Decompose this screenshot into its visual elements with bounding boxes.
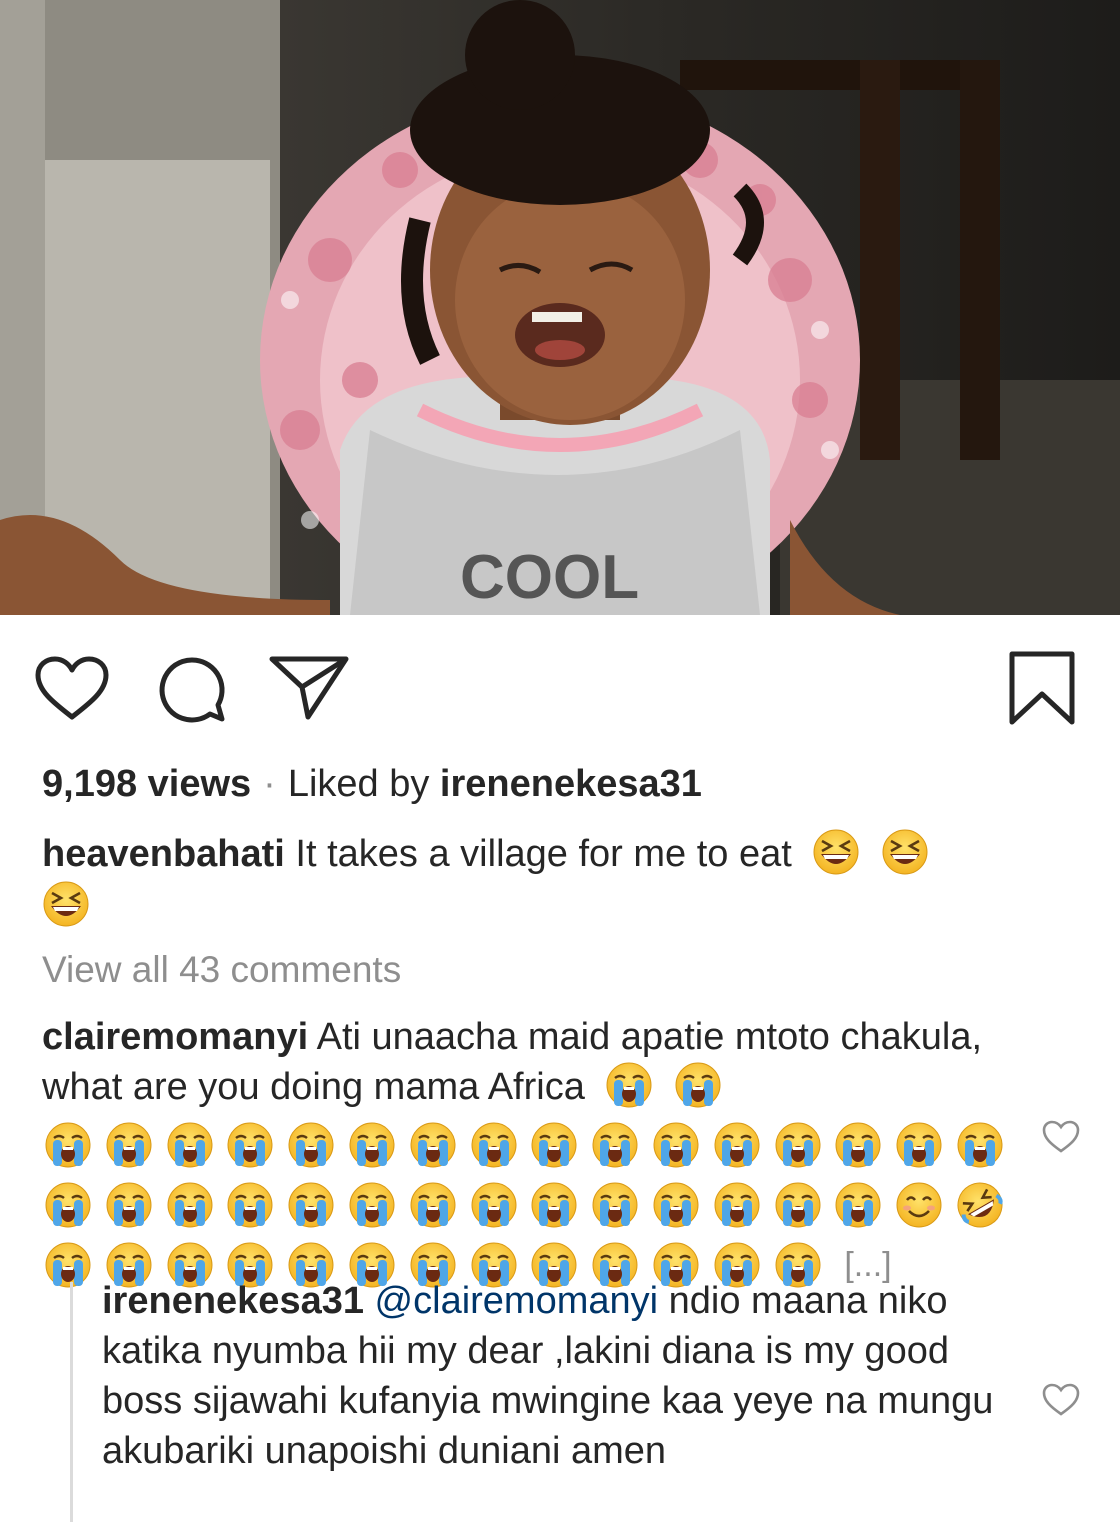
loudly-crying-face-icon (605, 1061, 653, 1109)
save-button[interactable] (1006, 650, 1078, 726)
emoji-row (44, 1175, 1004, 1235)
loudly-crying-face-icon (774, 1121, 822, 1169)
loudly-crying-face-icon (409, 1121, 457, 1169)
engagement-summary: 9,198 views · Liked by irenenekesa31 (42, 758, 702, 810)
rolling-on-floor-laughing-icon (956, 1181, 1004, 1229)
loudly-crying-face-icon (674, 1061, 722, 1109)
loudly-crying-face-icon (530, 1121, 578, 1169)
separator-dot: · (263, 763, 276, 805)
like-comment-button[interactable] (1041, 1119, 1081, 1160)
reply-mention[interactable]: @clairemomanyi (375, 1280, 659, 1322)
action-bar (0, 640, 1120, 735)
smiling-face-icon (895, 1181, 943, 1229)
loudly-crying-face-icon (166, 1181, 214, 1229)
loudly-crying-face-icon (470, 1181, 518, 1229)
loudly-crying-face-icon (287, 1181, 335, 1229)
like-button[interactable] (34, 655, 110, 723)
caption-username[interactable]: heavenbahati (42, 833, 285, 875)
loudly-crying-face-icon (956, 1121, 1004, 1169)
loudly-crying-face-icon (713, 1121, 761, 1169)
paper-plane-icon (269, 656, 349, 720)
loudly-crying-face-icon (774, 1181, 822, 1229)
bookmark-icon (1009, 651, 1075, 725)
shirt-text: COOL (460, 543, 639, 612)
loudly-crying-face-icon (470, 1121, 518, 1169)
loudly-crying-face-icon (287, 1121, 335, 1169)
loudly-crying-face-icon (834, 1181, 882, 1229)
heart-outline-icon (35, 656, 109, 720)
loudly-crying-face-icon (166, 1121, 214, 1169)
loudly-crying-face-icon (348, 1121, 396, 1169)
liked-by-label: Liked by (287, 763, 440, 805)
loudly-crying-face-icon (44, 1121, 92, 1169)
loudly-crying-face-icon (591, 1181, 639, 1229)
photo-illustration: COOL (0, 0, 1120, 615)
liked-by-username[interactable]: irenenekesa31 (440, 763, 702, 805)
grinning-squinting-face-icon (812, 828, 860, 876)
loudly-crying-face-icon (713, 1181, 761, 1229)
loudly-crying-face-icon (226, 1181, 274, 1229)
comment-button[interactable] (156, 655, 228, 727)
loudly-crying-face-icon (591, 1121, 639, 1169)
heart-outline-icon (1042, 1120, 1080, 1153)
loudly-crying-face-icon (895, 1121, 943, 1169)
loudly-crying-face-icon (409, 1181, 457, 1229)
caption-text: It takes a village for me to eat (284, 833, 792, 875)
heart-outline-icon (1042, 1383, 1080, 1416)
post-caption: heavenbahati It takes a village for me t… (42, 828, 1052, 932)
comment-item: clairemomanyi Ati unaacha maid apatie mt… (42, 1013, 1002, 1111)
loudly-crying-face-icon (652, 1181, 700, 1229)
like-reply-button[interactable] (1041, 1382, 1081, 1423)
share-button[interactable] (268, 653, 350, 723)
comment-username[interactable]: clairemomanyi (42, 1016, 308, 1058)
grinning-squinting-face-icon (881, 828, 929, 876)
reply-comment: irenenekesa31 @clairemomanyi ndio maana … (102, 1276, 1002, 1476)
reply-thread-line (70, 1282, 73, 1522)
loudly-crying-face-icon (44, 1181, 92, 1229)
loudly-crying-face-icon (226, 1121, 274, 1169)
loudly-crying-face-icon (652, 1121, 700, 1169)
loudly-crying-face-icon (105, 1181, 153, 1229)
loudly-crying-face-icon (44, 1241, 92, 1289)
emoji-row (44, 1115, 1004, 1175)
loudly-crying-face-icon (834, 1121, 882, 1169)
comment-bubble-icon (159, 657, 225, 723)
comment-emoji-grid: [...] (44, 1115, 1004, 1295)
reply-username[interactable]: irenenekesa31 (102, 1280, 364, 1322)
loudly-crying-face-icon (105, 1121, 153, 1169)
view-count[interactable]: 9,198 views (42, 763, 251, 805)
loudly-crying-face-icon (530, 1181, 578, 1229)
post-photo[interactable]: COOL (0, 0, 1120, 615)
view-all-comments-link[interactable]: View all 43 comments (42, 944, 401, 996)
loudly-crying-face-icon (348, 1181, 396, 1229)
grinning-squinting-face-icon (42, 880, 90, 928)
